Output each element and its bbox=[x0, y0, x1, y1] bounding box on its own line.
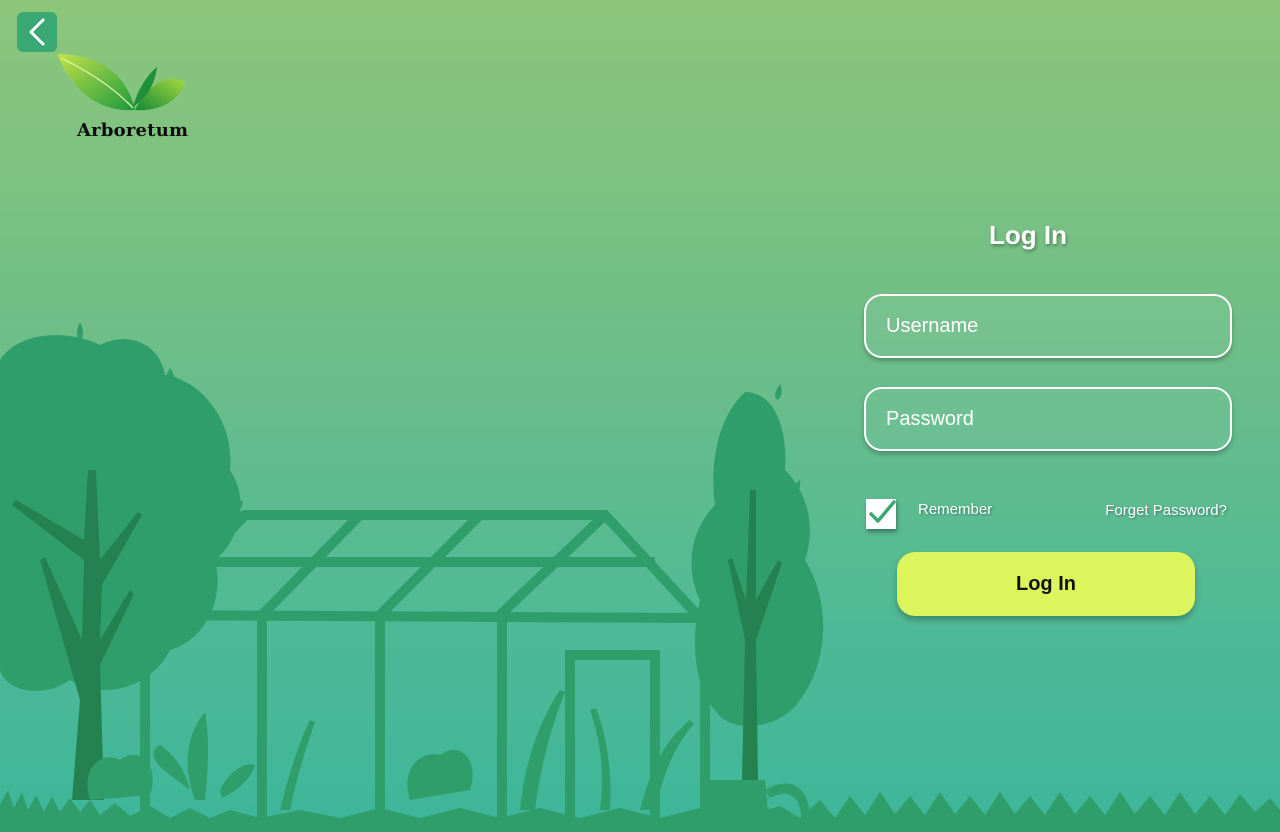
remember-checkbox[interactable] bbox=[866, 499, 896, 529]
leaf-drop bbox=[775, 384, 782, 400]
plant-pot bbox=[705, 780, 770, 832]
leaf-drop bbox=[231, 500, 243, 514]
chevron-left-icon bbox=[29, 18, 45, 46]
left-tree-trunk bbox=[12, 470, 142, 800]
brand-name: Arboretum bbox=[77, 120, 189, 141]
greenhouse-panel bbox=[258, 511, 364, 619]
login-button[interactable]: Log In bbox=[897, 552, 1195, 616]
right-tree-trunk bbox=[728, 490, 782, 780]
plant bbox=[280, 720, 315, 810]
forgot-password-link[interactable]: Forget Password? bbox=[1105, 502, 1227, 519]
plant bbox=[153, 745, 190, 790]
plant bbox=[590, 708, 611, 810]
grass bbox=[0, 790, 1280, 832]
watering-can-handle bbox=[765, 783, 810, 832]
greenhouse-roof bbox=[146, 510, 704, 622]
password-input[interactable] bbox=[864, 387, 1232, 451]
plant bbox=[640, 720, 694, 810]
greenhouse-ridge bbox=[149, 610, 701, 623]
username-input[interactable] bbox=[864, 294, 1232, 358]
remember-label: Remember bbox=[918, 501, 993, 518]
leaf-drop bbox=[167, 385, 180, 402]
greenhouse-panel bbox=[496, 511, 609, 619]
leaf-drop bbox=[77, 322, 83, 342]
left-tree-canopy bbox=[0, 335, 241, 691]
back-button[interactable] bbox=[17, 12, 57, 52]
plant bbox=[520, 690, 565, 810]
greenhouse-door bbox=[565, 650, 660, 832]
plant bbox=[220, 764, 255, 798]
checkmark-icon bbox=[869, 500, 896, 523]
leaf-drop bbox=[165, 368, 175, 388]
plant bbox=[407, 749, 473, 800]
plant bbox=[87, 754, 153, 800]
plant bbox=[187, 712, 209, 800]
leaf-drop bbox=[791, 480, 801, 496]
login-title: Log In bbox=[989, 220, 1067, 250]
greenhouse-panel bbox=[376, 511, 484, 619]
right-tree-canopy bbox=[691, 392, 824, 727]
